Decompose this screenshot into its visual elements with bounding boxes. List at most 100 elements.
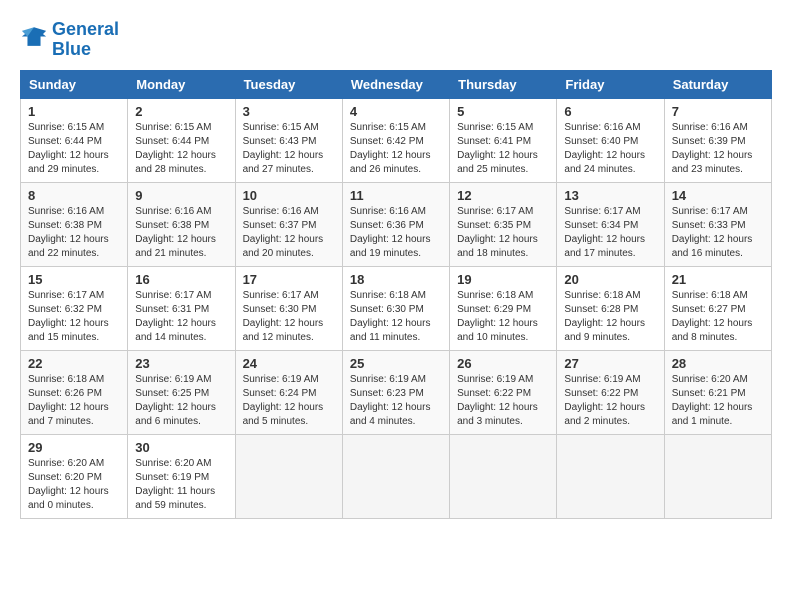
- calendar-cell: 14 Sunrise: 6:17 AM Sunset: 6:33 PM Dayl…: [664, 182, 771, 266]
- day-content: Sunrise: 6:20 AM Sunset: 6:21 PM Dayligh…: [672, 373, 764, 429]
- day-content: Sunrise: 6:19 AM Sunset: 6:22 PM Dayligh…: [564, 373, 656, 429]
- calendar-week-4: 22 Sunrise: 6:18 AM Sunset: 6:26 PM Dayl…: [21, 350, 772, 434]
- page-header: General Blue: [20, 20, 772, 60]
- calendar-cell: 9 Sunrise: 6:16 AM Sunset: 6:38 PM Dayli…: [128, 182, 235, 266]
- day-header-monday: Monday: [128, 70, 235, 98]
- calendar-cell: 11 Sunrise: 6:16 AM Sunset: 6:36 PM Dayl…: [342, 182, 449, 266]
- day-header-sunday: Sunday: [21, 70, 128, 98]
- calendar-cell: 26 Sunrise: 6:19 AM Sunset: 6:22 PM Dayl…: [450, 350, 557, 434]
- day-number: 27: [564, 356, 656, 371]
- day-header-saturday: Saturday: [664, 70, 771, 98]
- calendar-cell: 21 Sunrise: 6:18 AM Sunset: 6:27 PM Dayl…: [664, 266, 771, 350]
- day-content: Sunrise: 6:16 AM Sunset: 6:36 PM Dayligh…: [350, 205, 442, 261]
- day-number: 2: [135, 104, 227, 119]
- day-content: Sunrise: 6:20 AM Sunset: 6:20 PM Dayligh…: [28, 457, 120, 513]
- day-number: 11: [350, 188, 442, 203]
- day-content: Sunrise: 6:19 AM Sunset: 6:22 PM Dayligh…: [457, 373, 549, 429]
- calendar-cell: [557, 434, 664, 518]
- calendar-cell: [664, 434, 771, 518]
- day-content: Sunrise: 6:17 AM Sunset: 6:33 PM Dayligh…: [672, 205, 764, 261]
- day-number: 20: [564, 272, 656, 287]
- day-content: Sunrise: 6:17 AM Sunset: 6:34 PM Dayligh…: [564, 205, 656, 261]
- day-content: Sunrise: 6:16 AM Sunset: 6:40 PM Dayligh…: [564, 121, 656, 177]
- calendar-cell: 23 Sunrise: 6:19 AM Sunset: 6:25 PM Dayl…: [128, 350, 235, 434]
- calendar-cell: 25 Sunrise: 6:19 AM Sunset: 6:23 PM Dayl…: [342, 350, 449, 434]
- day-number: 12: [457, 188, 549, 203]
- day-content: Sunrise: 6:18 AM Sunset: 6:27 PM Dayligh…: [672, 289, 764, 345]
- calendar-cell: 28 Sunrise: 6:20 AM Sunset: 6:21 PM Dayl…: [664, 350, 771, 434]
- day-content: Sunrise: 6:19 AM Sunset: 6:25 PM Dayligh…: [135, 373, 227, 429]
- day-number: 7: [672, 104, 764, 119]
- day-number: 9: [135, 188, 227, 203]
- day-number: 26: [457, 356, 549, 371]
- day-content: Sunrise: 6:16 AM Sunset: 6:38 PM Dayligh…: [135, 205, 227, 261]
- calendar-cell: 22 Sunrise: 6:18 AM Sunset: 6:26 PM Dayl…: [21, 350, 128, 434]
- calendar-cell: 1 Sunrise: 6:15 AM Sunset: 6:44 PM Dayli…: [21, 98, 128, 182]
- calendar-cell: 10 Sunrise: 6:16 AM Sunset: 6:37 PM Dayl…: [235, 182, 342, 266]
- day-number: 17: [243, 272, 335, 287]
- logo: General Blue: [20, 20, 119, 60]
- calendar-cell: 7 Sunrise: 6:16 AM Sunset: 6:39 PM Dayli…: [664, 98, 771, 182]
- day-number: 16: [135, 272, 227, 287]
- calendar-cell: 12 Sunrise: 6:17 AM Sunset: 6:35 PM Dayl…: [450, 182, 557, 266]
- calendar-cell: [450, 434, 557, 518]
- day-number: 5: [457, 104, 549, 119]
- calendar-cell: 13 Sunrise: 6:17 AM Sunset: 6:34 PM Dayl…: [557, 182, 664, 266]
- day-content: Sunrise: 6:18 AM Sunset: 6:30 PM Dayligh…: [350, 289, 442, 345]
- calendar-cell: 29 Sunrise: 6:20 AM Sunset: 6:20 PM Dayl…: [21, 434, 128, 518]
- calendar-cell: 24 Sunrise: 6:19 AM Sunset: 6:24 PM Dayl…: [235, 350, 342, 434]
- day-number: 1: [28, 104, 120, 119]
- day-content: Sunrise: 6:15 AM Sunset: 6:44 PM Dayligh…: [135, 121, 227, 177]
- calendar-cell: 3 Sunrise: 6:15 AM Sunset: 6:43 PM Dayli…: [235, 98, 342, 182]
- day-number: 21: [672, 272, 764, 287]
- day-number: 24: [243, 356, 335, 371]
- calendar-cell: 27 Sunrise: 6:19 AM Sunset: 6:22 PM Dayl…: [557, 350, 664, 434]
- day-number: 6: [564, 104, 656, 119]
- logo-icon: [20, 25, 48, 49]
- calendar-cell: 8 Sunrise: 6:16 AM Sunset: 6:38 PM Dayli…: [21, 182, 128, 266]
- calendar-week-1: 1 Sunrise: 6:15 AM Sunset: 6:44 PM Dayli…: [21, 98, 772, 182]
- day-header-thursday: Thursday: [450, 70, 557, 98]
- calendar-cell: 4 Sunrise: 6:15 AM Sunset: 6:42 PM Dayli…: [342, 98, 449, 182]
- day-content: Sunrise: 6:18 AM Sunset: 6:28 PM Dayligh…: [564, 289, 656, 345]
- day-content: Sunrise: 6:15 AM Sunset: 6:41 PM Dayligh…: [457, 121, 549, 177]
- day-content: Sunrise: 6:15 AM Sunset: 6:42 PM Dayligh…: [350, 121, 442, 177]
- day-content: Sunrise: 6:17 AM Sunset: 6:35 PM Dayligh…: [457, 205, 549, 261]
- day-content: Sunrise: 6:16 AM Sunset: 6:38 PM Dayligh…: [28, 205, 120, 261]
- day-content: Sunrise: 6:15 AM Sunset: 6:43 PM Dayligh…: [243, 121, 335, 177]
- day-number: 15: [28, 272, 120, 287]
- day-number: 22: [28, 356, 120, 371]
- day-number: 29: [28, 440, 120, 455]
- day-header-wednesday: Wednesday: [342, 70, 449, 98]
- calendar-cell: [235, 434, 342, 518]
- logo-text: General Blue: [52, 20, 119, 60]
- day-content: Sunrise: 6:16 AM Sunset: 6:39 PM Dayligh…: [672, 121, 764, 177]
- day-content: Sunrise: 6:18 AM Sunset: 6:26 PM Dayligh…: [28, 373, 120, 429]
- day-number: 30: [135, 440, 227, 455]
- day-number: 23: [135, 356, 227, 371]
- calendar-cell: [342, 434, 449, 518]
- calendar-cell: 15 Sunrise: 6:17 AM Sunset: 6:32 PM Dayl…: [21, 266, 128, 350]
- calendar-cell: 17 Sunrise: 6:17 AM Sunset: 6:30 PM Dayl…: [235, 266, 342, 350]
- calendar-cell: 6 Sunrise: 6:16 AM Sunset: 6:40 PM Dayli…: [557, 98, 664, 182]
- day-content: Sunrise: 6:20 AM Sunset: 6:19 PM Dayligh…: [135, 457, 227, 513]
- day-content: Sunrise: 6:19 AM Sunset: 6:24 PM Dayligh…: [243, 373, 335, 429]
- calendar-cell: 16 Sunrise: 6:17 AM Sunset: 6:31 PM Dayl…: [128, 266, 235, 350]
- day-content: Sunrise: 6:17 AM Sunset: 6:30 PM Dayligh…: [243, 289, 335, 345]
- day-number: 25: [350, 356, 442, 371]
- day-header-tuesday: Tuesday: [235, 70, 342, 98]
- day-number: 19: [457, 272, 549, 287]
- day-content: Sunrise: 6:18 AM Sunset: 6:29 PM Dayligh…: [457, 289, 549, 345]
- day-content: Sunrise: 6:19 AM Sunset: 6:23 PM Dayligh…: [350, 373, 442, 429]
- calendar-table: SundayMondayTuesdayWednesdayThursdayFrid…: [20, 70, 772, 519]
- calendar-cell: 2 Sunrise: 6:15 AM Sunset: 6:44 PM Dayli…: [128, 98, 235, 182]
- day-number: 10: [243, 188, 335, 203]
- day-number: 28: [672, 356, 764, 371]
- day-number: 8: [28, 188, 120, 203]
- day-number: 14: [672, 188, 764, 203]
- calendar-cell: 5 Sunrise: 6:15 AM Sunset: 6:41 PM Dayli…: [450, 98, 557, 182]
- day-number: 18: [350, 272, 442, 287]
- day-number: 4: [350, 104, 442, 119]
- day-content: Sunrise: 6:15 AM Sunset: 6:44 PM Dayligh…: [28, 121, 120, 177]
- day-content: Sunrise: 6:17 AM Sunset: 6:31 PM Dayligh…: [135, 289, 227, 345]
